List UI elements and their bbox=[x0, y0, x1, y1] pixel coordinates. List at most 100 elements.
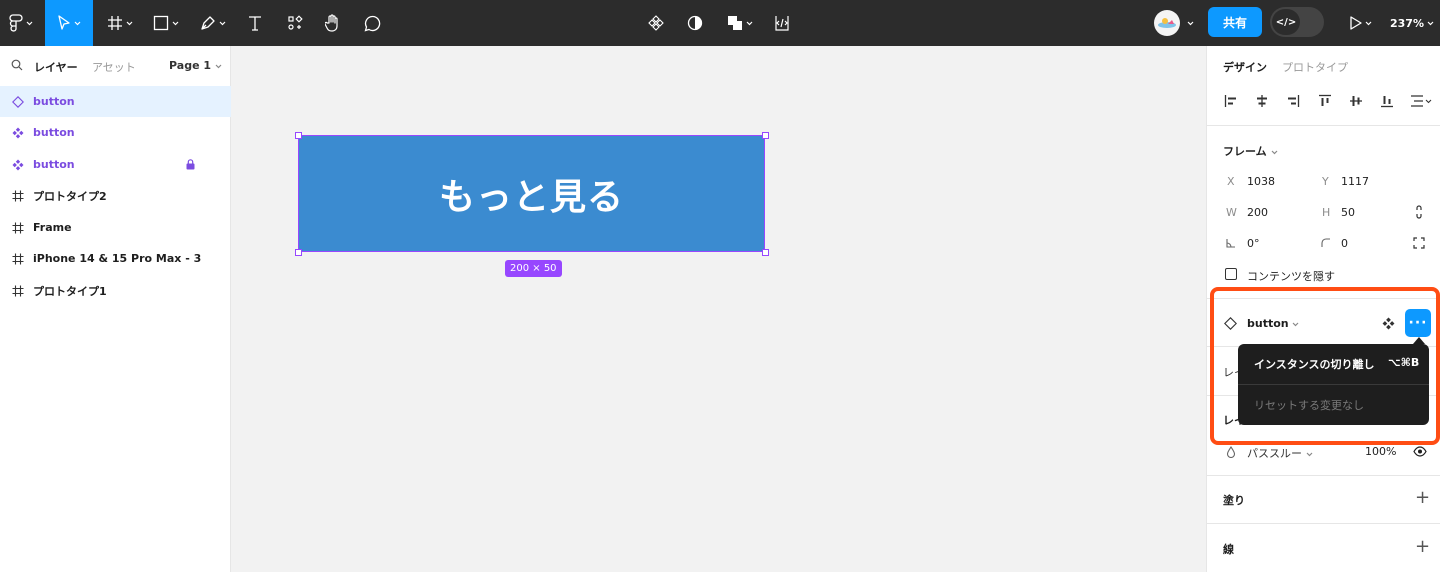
component-icon bbox=[11, 159, 25, 171]
frame-tool-button[interactable] bbox=[100, 0, 140, 46]
hand-tool-button[interactable] bbox=[318, 0, 348, 46]
layer-row[interactable]: button bbox=[0, 149, 231, 180]
boolean-icon bbox=[728, 16, 742, 30]
distribute-button[interactable] bbox=[1409, 92, 1433, 110]
lock-icon[interactable] bbox=[186, 159, 195, 170]
figma-menu-button[interactable] bbox=[0, 0, 42, 46]
layer-row[interactable]: button bbox=[0, 117, 231, 148]
clip-content-checkbox[interactable] bbox=[1225, 268, 1237, 280]
text-tool-icon bbox=[249, 16, 261, 31]
resize-handle[interactable] bbox=[762, 249, 769, 256]
align-top-icon bbox=[1319, 94, 1331, 106]
dev-mode-toggle[interactable]: </> bbox=[1270, 7, 1324, 37]
tab-design[interactable]: デザイン bbox=[1223, 59, 1267, 75]
h-field[interactable]: 50 bbox=[1341, 206, 1355, 219]
layer-row[interactable]: iPhone 14 & 15 Pro Max - 3 bbox=[0, 243, 231, 274]
component-button[interactable] bbox=[642, 0, 670, 46]
design-canvas[interactable]: もっと見る 200 × 50 bbox=[231, 46, 1206, 572]
align-center-h-button[interactable] bbox=[1252, 92, 1272, 110]
add-stroke-icon[interactable]: + bbox=[1415, 538, 1430, 556]
blend-mode-select[interactable]: パススルー bbox=[1247, 445, 1313, 461]
chevron-down-icon bbox=[1271, 150, 1277, 155]
button-text: もっと見る bbox=[438, 176, 624, 218]
instance-icon bbox=[1224, 317, 1237, 330]
boolean-button[interactable] bbox=[722, 0, 758, 46]
w-field[interactable]: 200 bbox=[1247, 206, 1268, 219]
tab-prototype[interactable]: プロトタイプ bbox=[1282, 59, 1348, 75]
align-center-v-button[interactable] bbox=[1346, 92, 1366, 110]
w-label: W bbox=[1226, 206, 1237, 219]
avatar-menu-button[interactable] bbox=[1182, 0, 1198, 46]
chevron-down-icon bbox=[126, 21, 133, 25]
tab-assets[interactable]: アセット bbox=[92, 59, 136, 75]
rotation-field[interactable]: 0° bbox=[1247, 237, 1260, 250]
layer-row[interactable]: プロトタイプ2 bbox=[0, 180, 231, 211]
chevron-down-icon bbox=[1293, 322, 1299, 327]
layer-row[interactable]: button bbox=[0, 86, 231, 117]
corner-radius-icon bbox=[1321, 238, 1330, 247]
independent-corners-icon[interactable] bbox=[1413, 237, 1425, 249]
align-center-horizontal-icon bbox=[1257, 95, 1267, 107]
add-fill-icon[interactable]: + bbox=[1415, 489, 1430, 507]
avatar[interactable] bbox=[1154, 10, 1180, 36]
dev-mode-icon: </> bbox=[1272, 9, 1300, 35]
go-to-main-component-icon[interactable] bbox=[1382, 317, 1395, 330]
align-left-icon bbox=[1224, 95, 1236, 107]
visibility-eye-icon[interactable] bbox=[1413, 446, 1427, 457]
resize-handle[interactable] bbox=[762, 132, 769, 139]
context-menu: インスタンスの切り離し ⌥⌘B リセットする変更なし bbox=[1238, 344, 1429, 425]
tab-layers[interactable]: レイヤー bbox=[34, 59, 78, 75]
chevron-down-icon bbox=[26, 21, 33, 25]
divider bbox=[1207, 523, 1440, 524]
corner-radius-field[interactable]: 0 bbox=[1341, 237, 1348, 250]
layer-row[interactable]: プロトタイプ1 bbox=[0, 275, 231, 306]
frame-icon bbox=[11, 253, 25, 265]
distribute-icon bbox=[1411, 95, 1432, 107]
chevron-down-icon bbox=[1427, 21, 1434, 25]
y-label: Y bbox=[1322, 175, 1329, 188]
layer-name: button bbox=[33, 126, 75, 139]
code-button[interactable] bbox=[768, 0, 796, 46]
move-tool-button[interactable] bbox=[45, 0, 93, 46]
shape-tool-button[interactable] bbox=[146, 0, 186, 46]
share-button[interactable]: 共有 bbox=[1208, 7, 1262, 37]
pen-tool-icon bbox=[201, 16, 215, 30]
opacity-field[interactable]: 100% bbox=[1365, 445, 1396, 458]
menu-caret bbox=[1413, 337, 1425, 344]
selected-button-instance[interactable]: もっと見る bbox=[298, 135, 765, 252]
align-right-button[interactable] bbox=[1283, 92, 1303, 110]
text-tool-button[interactable] bbox=[240, 0, 270, 46]
comment-tool-button[interactable] bbox=[357, 0, 387, 46]
resources-button[interactable] bbox=[280, 0, 310, 46]
pen-tool-button[interactable] bbox=[193, 0, 233, 46]
align-top-button[interactable] bbox=[1315, 92, 1335, 110]
constrain-proportions-icon[interactable] bbox=[1414, 204, 1424, 220]
frame-icon bbox=[11, 285, 25, 297]
layer-name: button bbox=[33, 158, 75, 171]
align-left-button[interactable] bbox=[1221, 92, 1241, 110]
resize-handle[interactable] bbox=[295, 249, 302, 256]
more-options-button[interactable]: ··· bbox=[1405, 309, 1431, 337]
menu-shortcut: ⌥⌘B bbox=[1388, 356, 1420, 369]
layers-tabs: レイヤー アセット Page 1 bbox=[0, 46, 231, 86]
mask-button[interactable] bbox=[681, 0, 709, 46]
rotation-icon bbox=[1226, 239, 1235, 248]
page-selector[interactable]: Page 1 bbox=[169, 59, 222, 72]
resize-handle[interactable] bbox=[295, 132, 302, 139]
x-field[interactable]: 1038 bbox=[1247, 175, 1275, 188]
ellipsis-icon: ··· bbox=[1408, 315, 1428, 331]
stroke-section-title: 線 bbox=[1223, 543, 1234, 556]
present-button[interactable] bbox=[1342, 0, 1378, 46]
x-label: X bbox=[1227, 175, 1235, 188]
y-field[interactable]: 1117 bbox=[1341, 175, 1369, 188]
instance-selector[interactable]: button bbox=[1247, 317, 1299, 330]
frame-section-title[interactable]: フレーム bbox=[1223, 143, 1278, 159]
component-set-icon bbox=[11, 95, 25, 108]
mask-icon bbox=[687, 15, 703, 31]
layer-row[interactable]: Frame bbox=[0, 212, 231, 243]
search-icon[interactable] bbox=[11, 59, 23, 71]
chevron-down-icon bbox=[1365, 21, 1371, 25]
play-icon bbox=[1349, 16, 1362, 30]
align-bottom-button[interactable] bbox=[1377, 92, 1397, 110]
zoom-control[interactable]: 237% bbox=[1390, 0, 1434, 46]
